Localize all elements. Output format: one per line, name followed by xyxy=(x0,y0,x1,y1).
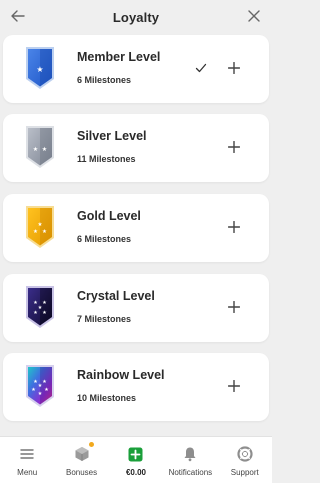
level-milestones: 10 Milestones xyxy=(77,393,137,403)
arrow-left-icon xyxy=(11,10,25,22)
gift-box-icon xyxy=(75,447,89,461)
plus-icon xyxy=(228,62,240,74)
expand-button[interactable] xyxy=(225,298,243,316)
nav-item-bonuses[interactable]: Bonuses xyxy=(55,437,109,483)
header: Loyalty xyxy=(0,0,272,34)
shield-blue-icon: ★ xyxy=(26,47,54,89)
level-milestones: 6 Milestones xyxy=(77,234,132,244)
level-milestones: 7 Milestones xyxy=(77,314,132,324)
back-button[interactable] xyxy=(8,6,28,26)
level-name: Silver Level xyxy=(77,129,147,143)
plus-icon xyxy=(228,141,240,153)
shield-gold-icon: ★ ★ ★ xyxy=(26,206,54,248)
lifebuoy-icon xyxy=(237,446,253,462)
shield-crystal-icon: ★ ★ ★ ★ ★ xyxy=(26,286,54,328)
nav-item-wallet[interactable]: €0.00 xyxy=(109,437,163,483)
svg-text:★: ★ xyxy=(44,387,49,393)
check-icon xyxy=(195,63,207,73)
level-card-member[interactable]: ★ Member Level 6 Milestones xyxy=(3,35,269,103)
level-name: Rainbow Level xyxy=(77,368,165,382)
svg-text:★: ★ xyxy=(42,310,47,316)
bell-icon xyxy=(184,447,196,462)
level-name: Gold Level xyxy=(77,209,141,223)
notification-dot xyxy=(88,442,94,447)
level-card-rainbow[interactable]: ★ ★ ★ ★ ★ ★ Rainbow Level 10 Milestones xyxy=(3,353,269,421)
nav-item-menu[interactable]: Menu xyxy=(0,437,54,483)
svg-text:★: ★ xyxy=(42,229,47,235)
nav-label: €0.00 xyxy=(125,468,146,477)
svg-text:★: ★ xyxy=(38,391,43,397)
svg-text:★: ★ xyxy=(42,379,47,385)
level-name: Member Level xyxy=(77,50,161,64)
level-name: Crystal Level xyxy=(77,289,155,303)
plus-icon xyxy=(228,380,240,392)
svg-text:★: ★ xyxy=(38,383,43,389)
page-title: Loyalty xyxy=(112,9,160,25)
expand-button[interactable] xyxy=(225,377,243,395)
svg-text:★: ★ xyxy=(33,146,38,153)
plus-icon xyxy=(228,221,240,233)
nav-item-notifications[interactable]: Notifications xyxy=(163,437,217,483)
svg-text:★: ★ xyxy=(31,387,36,393)
level-card-crystal[interactable]: ★ ★ ★ ★ ★ Crystal Level 7 Milestones xyxy=(3,274,269,342)
level-milestones: 6 Milestones xyxy=(77,75,132,85)
svg-text:★: ★ xyxy=(36,65,43,74)
expand-button[interactable] xyxy=(225,218,243,236)
level-card-silver[interactable]: ★ ★ Silver Level 11 Milestones xyxy=(3,114,269,182)
svg-text:★: ★ xyxy=(33,310,38,316)
nav-label: Support xyxy=(230,468,259,477)
level-card-gold[interactable]: ★ ★ ★ Gold Level 6 Milestones xyxy=(3,194,269,262)
shield-rainbow-icon: ★ ★ ★ ★ ★ ★ xyxy=(26,365,54,407)
plus-icon xyxy=(228,301,240,313)
wallet-plus-icon xyxy=(128,447,143,461)
level-milestones: 11 Milestones xyxy=(77,154,136,164)
nav-label: Bonuses xyxy=(66,468,98,477)
expand-button[interactable] xyxy=(225,138,243,156)
nav-label: Menu xyxy=(17,468,38,477)
loyalty-screen: Loyalty ★ Member Level 6 Milestones ★ ★ … xyxy=(0,0,272,483)
close-icon xyxy=(248,10,260,22)
svg-text:★: ★ xyxy=(33,229,38,235)
nav-label: Notifications xyxy=(168,468,213,477)
close-button[interactable] xyxy=(244,6,264,26)
svg-text:★: ★ xyxy=(38,222,43,228)
shield-silver-icon: ★ ★ xyxy=(26,126,54,168)
svg-text:★: ★ xyxy=(42,300,47,306)
svg-text:★: ★ xyxy=(42,146,47,153)
nav-item-support[interactable]: Support xyxy=(218,437,272,483)
bottom-nav: Menu Bonuses €0.00 Notifications Support xyxy=(0,436,272,483)
hamburger-icon xyxy=(20,449,34,459)
expand-button[interactable] xyxy=(225,59,243,77)
